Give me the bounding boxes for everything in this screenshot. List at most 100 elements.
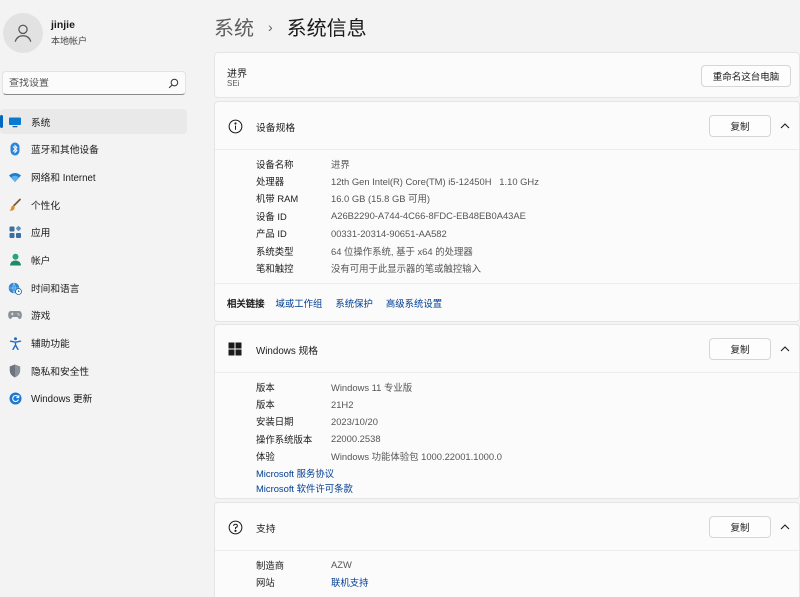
spec-key: 安装日期 xyxy=(256,416,294,428)
spec-value: 2023/10/20 xyxy=(331,415,378,427)
windows-specs-title: Windows 规格 xyxy=(256,346,319,357)
support-header[interactable]: 支持 复制 xyxy=(215,503,799,551)
bluetooth-icon xyxy=(8,142,22,156)
spec-value: 16.0 GB (15.8 GB 可用) xyxy=(331,193,430,205)
spec-row: 体验 Windows 功能体验包 1000.22001.1000.0 xyxy=(256,448,502,465)
copy-support-button[interactable]: 复制 xyxy=(709,516,771,538)
nav-list: 系统 蓝牙和其他设备 网络和 Internet 个性化 应用 帐户 时间和语言 … xyxy=(0,109,187,414)
spec-key: 产品 ID xyxy=(256,228,287,240)
page-title: 系统信息 xyxy=(286,18,367,40)
online-support-link[interactable]: 联机支持 xyxy=(331,575,369,589)
spec-row: 笔和触控 没有可用于此显示器的笔或触控输入 xyxy=(256,259,539,276)
related-links: 相关链接 域或工作组 系统保护 高级系统设置 xyxy=(215,283,799,322)
nav-label: 辅助功能 xyxy=(31,339,70,350)
domain-workgroup-link[interactable]: 域或工作组 xyxy=(276,296,323,310)
spec-key: 机带 RAM xyxy=(256,193,299,205)
spec-row: 设备 ID A26B2290-A744-4C66-8FDC-EB48EB0A43A… xyxy=(256,207,539,224)
accessibility-icon xyxy=(8,336,22,350)
nav-item-system[interactable]: 系统 xyxy=(0,109,187,134)
spec-key: 设备名称 xyxy=(256,158,294,170)
search-icon[interactable] xyxy=(167,77,179,89)
spec-key: 操作系统版本 xyxy=(256,433,313,445)
device-specs-card: 设备规格 复制 设备名称 进界 处理器 12th Gen Intel(R) Core… xyxy=(214,101,800,322)
spec-row: 系统类型 64 位操作系统, 基于 x64 的处理器 xyxy=(256,242,539,259)
help-icon xyxy=(227,519,243,535)
nav-item-accounts[interactable]: 帐户 xyxy=(0,247,187,272)
nav-item-personalization[interactable]: 个性化 xyxy=(0,192,187,217)
nav-item-accessibility[interactable]: 辅助功能 xyxy=(0,331,187,356)
microsoft-license-terms-link[interactable]: Microsoft 软件许可条款 xyxy=(256,481,353,495)
support-row: 制造商 AZW xyxy=(256,556,369,573)
chevron-up-icon[interactable] xyxy=(779,343,791,355)
device-specs-title: 设备规格 xyxy=(256,123,296,134)
nav-label: 隐私和安全性 xyxy=(31,366,90,378)
nav-label: 游戏 xyxy=(31,311,51,323)
windows-specs-rows: 版本 Windows 11 专业版 版本 21H2 安装日期 2023/10/20 操… xyxy=(256,378,502,496)
spec-value: 进界 xyxy=(331,158,350,170)
chevron-up-icon[interactable] xyxy=(779,521,791,533)
avatar[interactable] xyxy=(3,13,43,53)
spec-value: 22000.2538 xyxy=(331,433,381,445)
windows-specs-card: Windows 规格 复制 版本 Windows 11 专业版 版本 21H2 安装… xyxy=(214,324,800,499)
spec-key: 处理器 xyxy=(256,176,285,188)
search-input[interactable] xyxy=(9,77,167,89)
spec-value: 64 位操作系统, 基于 x64 的处理器 xyxy=(331,245,473,257)
support-title: 支持 xyxy=(256,524,276,535)
advanced-system-settings-link[interactable]: 高级系统设置 xyxy=(386,296,442,310)
nav-item-privacy[interactable]: 隐私和安全性 xyxy=(0,358,187,383)
nav-label: 时间和语言 xyxy=(31,283,80,295)
device-specs-header[interactable]: 设备规格 复制 xyxy=(215,102,799,150)
copy-device-specs-button[interactable]: 复制 xyxy=(709,115,771,137)
account-type: 本地帐户 xyxy=(51,36,88,46)
nav-label: Windows 更新 xyxy=(31,394,93,406)
person-icon xyxy=(8,253,22,267)
spec-value: 21H2 xyxy=(331,398,354,410)
wifi-icon xyxy=(8,170,22,184)
spec-key: 体验 xyxy=(256,451,275,463)
support-card: 支持 复制 制造商 AZW 网站 联机支持 xyxy=(214,502,800,597)
rename-pc-button[interactable]: 重命名这台电脑 xyxy=(701,65,791,87)
support-rows: 制造商 AZW 网站 联机支持 xyxy=(256,556,369,591)
windows-specs-header[interactable]: Windows 规格 复制 xyxy=(215,325,799,373)
monitor-icon xyxy=(8,115,22,129)
copy-windows-specs-button[interactable]: 复制 xyxy=(709,338,771,360)
nav-item-network[interactable]: 网络和 Internet xyxy=(0,164,187,189)
breadcrumb-parent[interactable]: 系统 xyxy=(214,12,254,41)
user-profile[interactable]: jinjie 本地帐户 xyxy=(3,13,87,53)
globe-clock-icon xyxy=(8,281,22,295)
nav-label: 系统 xyxy=(31,117,51,129)
system-protection-link[interactable]: 系统保护 xyxy=(335,296,373,310)
spec-row: 处理器 12th Gen Intel(R) Core(TM) i5-12450H … xyxy=(256,172,539,189)
nav-item-windows-update[interactable]: Windows 更新 xyxy=(0,386,187,411)
spec-row: 版本 Windows 11 专业版 xyxy=(256,378,502,395)
spec-value: A26B2290-A744-4C66-8FDC-EB48EB0A43AE xyxy=(331,210,526,222)
search-box[interactable] xyxy=(2,71,186,95)
nav-item-apps[interactable]: 应用 xyxy=(0,220,187,245)
spec-key: 版本 xyxy=(256,399,275,411)
nav-item-gaming[interactable]: 游戏 xyxy=(0,303,187,328)
apps-icon xyxy=(8,225,22,239)
person-avatar-icon xyxy=(14,24,32,42)
spec-row: 版本 21H2 xyxy=(256,395,502,412)
spec-row: 机带 RAM 16.0 GB (15.8 GB 可用) xyxy=(256,190,539,207)
chevron-up-icon[interactable] xyxy=(779,120,791,132)
spec-key: 系统类型 xyxy=(256,245,294,257)
spec-row: 操作系统版本 22000.2538 xyxy=(256,430,502,447)
device-name: 进界 xyxy=(227,69,247,80)
gamepad-icon xyxy=(8,308,22,322)
device-model: SEi xyxy=(227,79,240,88)
related-links-label: 相关链接 xyxy=(227,298,265,309)
windows-logo-icon xyxy=(227,341,243,357)
nav-item-bluetooth[interactable]: 蓝牙和其他设备 xyxy=(0,137,187,162)
nav-label: 应用 xyxy=(31,228,51,240)
nav-item-time-language[interactable]: 时间和语言 xyxy=(0,275,187,300)
spec-row: 设备名称 进界 xyxy=(256,155,539,172)
microsoft-services-agreement-link[interactable]: Microsoft 服务协议 xyxy=(256,466,334,480)
link-row: Microsoft 软件许可条款 xyxy=(256,480,502,496)
main-content: 系统 › 系统信息 进界 SEi 重命名这台电脑 设备规格 复制 设备名称 进界 … xyxy=(214,0,800,597)
nav-label: 帐户 xyxy=(31,255,51,267)
spec-value: 00331-20314-90651-AA582 xyxy=(331,227,447,239)
sidebar: jinjie 本地帐户 系统 蓝牙和其他设备 网络 xyxy=(0,0,200,597)
info-icon xyxy=(227,118,243,134)
spec-key: 版本 xyxy=(256,381,275,393)
